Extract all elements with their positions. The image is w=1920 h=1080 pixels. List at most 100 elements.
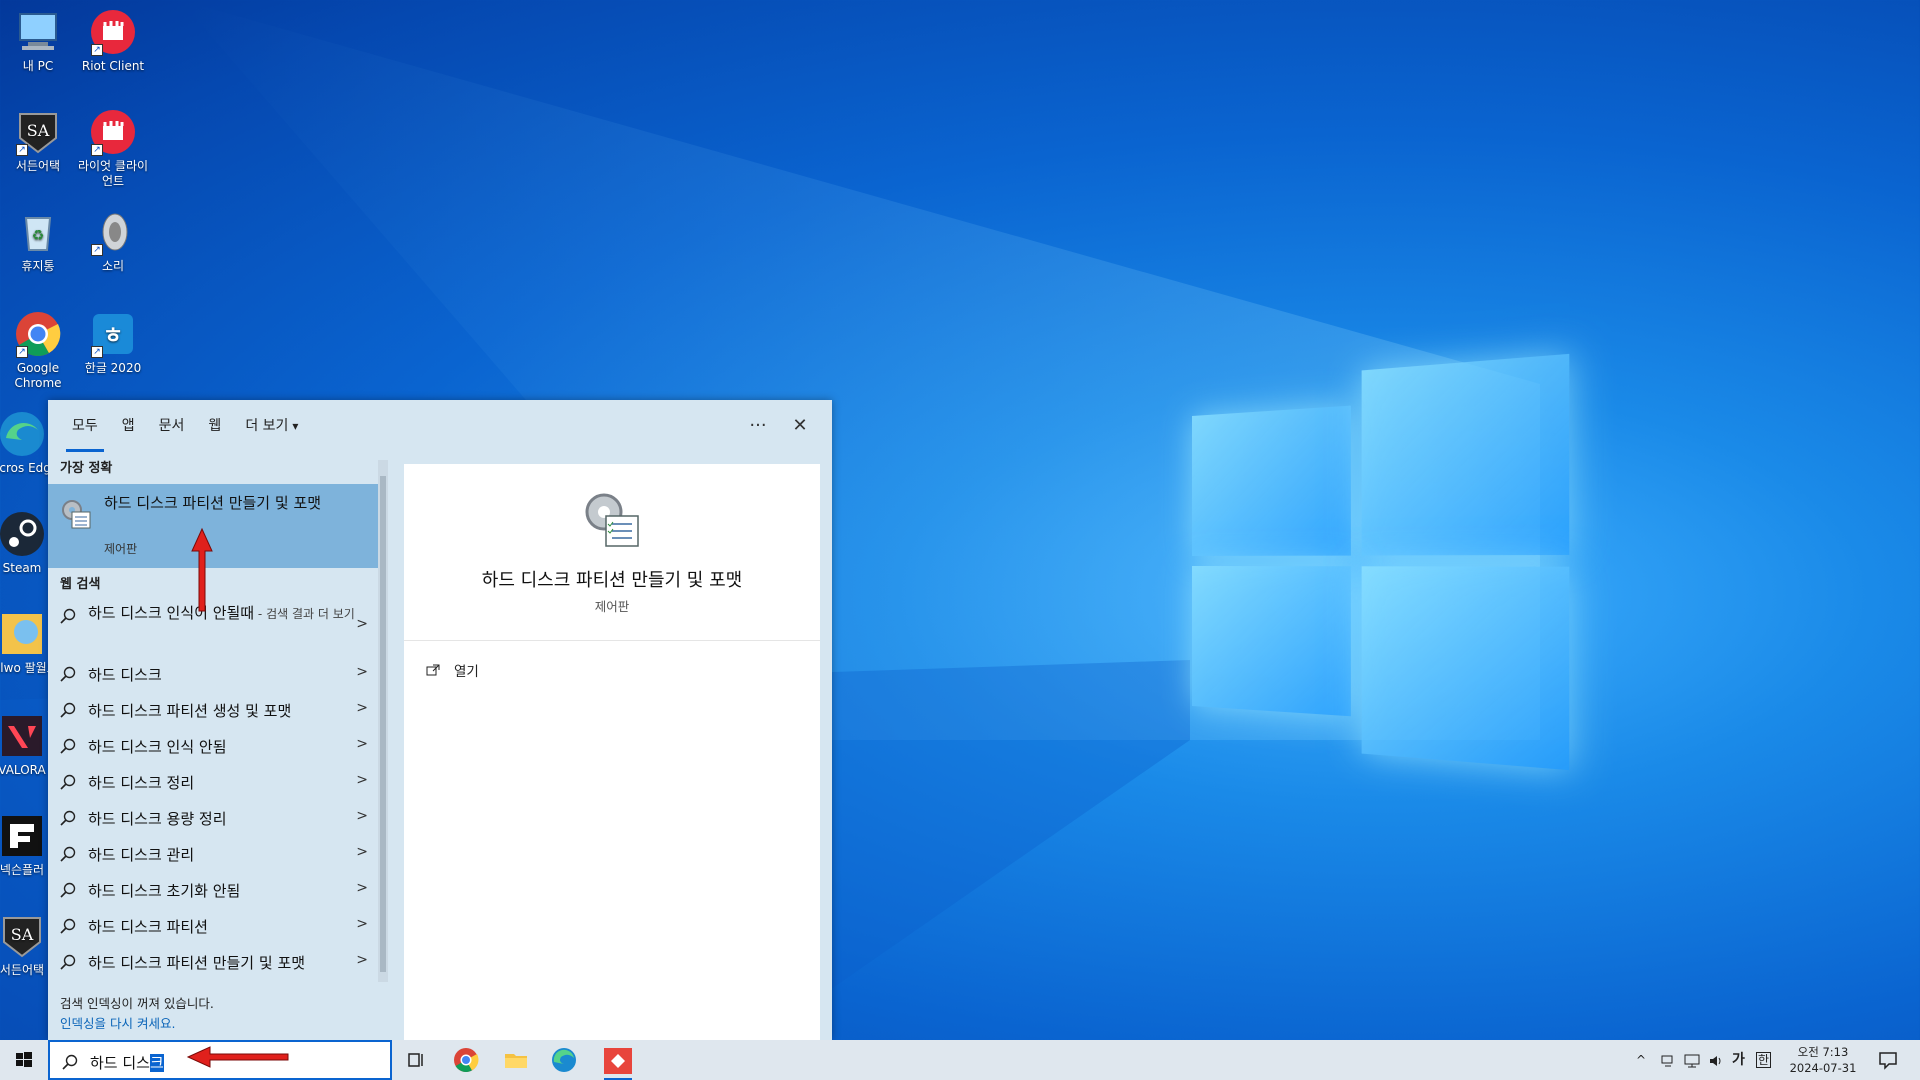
search-tabs: 모두 앱 문서 웹 더 보기 xyxy=(48,400,832,452)
web-result-label: 하드 디스크 인식이 안될때 xyxy=(88,604,255,622)
desktop-icon-recycle-bin[interactable]: ♻ 휴지통 xyxy=(0,208,76,274)
chrome-icon xyxy=(454,1048,479,1073)
chrome-icon: ↗ xyxy=(14,310,62,358)
chevron-right-icon: > xyxy=(356,664,368,680)
web-result-1[interactable]: 하드 디스크 > xyxy=(48,656,388,692)
open-external-icon xyxy=(426,664,444,680)
preview-divider xyxy=(404,640,820,641)
preview-subtitle: 제어판 xyxy=(594,599,630,614)
riot-fist-icon: ↗ xyxy=(89,8,137,56)
best-match-result[interactable]: 하드 디스크 파티션 만들기 및 포맷 제어판 xyxy=(48,484,388,568)
ime-mode-indicator[interactable]: 가 xyxy=(1732,1040,1745,1080)
taskbar-search-input[interactable]: 하드 디스크 xyxy=(48,1040,392,1080)
search-icon xyxy=(60,702,76,718)
best-match-title: 하드 디스크 파티션 만들기 및 포맷 xyxy=(104,494,322,512)
desktop-icon-sound[interactable]: ↗ 소리 xyxy=(75,208,151,274)
network-icon[interactable] xyxy=(1660,1040,1676,1080)
web-search-header: 웹 검색 xyxy=(60,577,101,592)
results-scrollbar[interactable] xyxy=(378,460,388,988)
web-result-0[interactable]: 하드 디스크 인식이 안될때 - 검색 결과 더 보기 > xyxy=(48,598,388,652)
more-options-button[interactable]: ··· xyxy=(742,412,774,440)
valorant-icon xyxy=(0,712,46,760)
hangul-icon: ㅎ ↗ xyxy=(89,310,137,358)
web-result-8[interactable]: 하드 디스크 파티션 > xyxy=(48,908,388,944)
computer-icon xyxy=(14,8,62,56)
anydesk-icon xyxy=(604,1048,632,1080)
taskbar-edge[interactable] xyxy=(548,1044,580,1076)
desktop-icon-this-pc[interactable]: 내 PC xyxy=(0,8,76,74)
web-result-suffix: - 검색 결과 더 보기 xyxy=(254,607,355,621)
search-icon xyxy=(62,1054,78,1070)
chevron-right-icon: > xyxy=(356,736,368,752)
close-button[interactable]: ✕ xyxy=(784,412,816,440)
chevron-right-icon: > xyxy=(356,808,368,824)
nexon-plug-icon xyxy=(0,812,46,860)
web-result-6[interactable]: 하드 디스크 관리 > xyxy=(48,836,388,872)
tab-apps[interactable]: 앱 xyxy=(122,400,135,452)
folder-icon xyxy=(505,1054,527,1068)
start-button[interactable] xyxy=(8,1044,40,1076)
search-panel: 모두 앱 문서 웹 더 보기 ··· ✕ 가장 정확 하드 디스크 파티션 만들… xyxy=(48,400,832,1040)
taskbar-clock[interactable]: 오전 7:13 2024-07-31 xyxy=(1784,1044,1862,1076)
open-action[interactable]: 열기 xyxy=(426,660,479,680)
svg-text:SA: SA xyxy=(27,121,50,140)
web-result-9[interactable]: 하드 디스크 파티션 만들기 및 포맷 > xyxy=(48,944,388,980)
chevron-right-icon: > xyxy=(356,844,368,860)
tab-documents[interactable]: 문서 xyxy=(159,400,185,452)
recycle-bin-icon: ♻ xyxy=(14,208,62,256)
svg-text:SA: SA xyxy=(11,925,34,944)
search-icon xyxy=(60,738,76,754)
search-icon xyxy=(60,774,76,790)
search-icon xyxy=(60,954,76,970)
desktop-icon-hangul[interactable]: ㅎ ↗ 한글 2020 xyxy=(75,310,151,376)
language-indicator-label: 한 xyxy=(1756,1052,1772,1068)
svg-text:♻: ♻ xyxy=(32,228,45,244)
windows-logo-wallpaper xyxy=(1192,353,1570,771)
desktop-icon-sudden-attack[interactable]: SA ↗ 서든어택 xyxy=(0,108,76,174)
ethernet-icon[interactable] xyxy=(1684,1040,1700,1080)
windows-start-icon xyxy=(16,1052,32,1067)
web-result-label: 하드 디스크 관리 xyxy=(88,846,195,864)
web-result-label: 하드 디스크 파티션 생성 및 포맷 xyxy=(88,702,292,720)
web-result-7[interactable]: 하드 디스크 초기화 안됨 > xyxy=(48,872,388,908)
preview-title: 하드 디스크 파티션 만들기 및 포맷 xyxy=(481,570,743,591)
search-icon xyxy=(60,846,76,862)
web-result-5[interactable]: 하드 디스크 용량 정리 > xyxy=(48,800,388,836)
search-icon xyxy=(60,810,76,826)
preview-pane: 하드 디스크 파티션 만들기 및 포맷 제어판 열기 xyxy=(404,464,820,1040)
enable-indexing-link[interactable]: 인덱싱을 다시 켜세요. xyxy=(60,1016,175,1031)
taskbar-chrome[interactable] xyxy=(450,1044,482,1076)
sudden-attack-icon: SA xyxy=(0,912,46,960)
tab-more-label: 더 보기 xyxy=(245,418,289,434)
taskbar-file-explorer[interactable] xyxy=(500,1044,532,1076)
task-view-button[interactable] xyxy=(400,1044,432,1076)
action-center-button[interactable] xyxy=(1872,1044,1904,1076)
web-result-2[interactable]: 하드 디스크 파티션 생성 및 포맷 > xyxy=(48,692,388,728)
desktop-icon-chrome[interactable]: ↗ Google Chrome xyxy=(0,310,76,391)
chevron-right-icon: > xyxy=(356,616,368,632)
taskbar-anydesk[interactable] xyxy=(598,1044,638,1080)
show-hidden-icons[interactable]: ^ xyxy=(1636,1040,1646,1080)
web-result-3[interactable]: 하드 디스크 인식 안됨 > xyxy=(48,728,388,764)
language-indicator[interactable]: 한 xyxy=(1756,1040,1772,1080)
tab-web[interactable]: 웹 xyxy=(208,400,221,452)
chevron-right-icon: > xyxy=(356,700,368,716)
open-action-label: 열기 xyxy=(454,664,479,680)
tab-all[interactable]: 모두 xyxy=(66,400,104,452)
scrollbar-thumb[interactable] xyxy=(380,476,386,972)
steam-icon xyxy=(0,510,46,558)
indexing-notice-text: 검색 인덱싱이 꺼져 있습니다. xyxy=(60,996,214,1011)
palworld-icon xyxy=(0,610,46,658)
riot-fist-icon: ↗ xyxy=(89,108,137,156)
web-result-label: 하드 디스크 초기화 안됨 xyxy=(88,882,241,900)
tab-more[interactable]: 더 보기 xyxy=(245,400,298,452)
chevron-right-icon: > xyxy=(356,772,368,788)
volume-icon[interactable] xyxy=(1708,1040,1724,1080)
notification-icon xyxy=(1879,1052,1897,1070)
desktop-icon-riot-client-kr[interactable]: ↗ 라이엇 클라이언트 xyxy=(75,108,151,189)
web-result-label: 하드 디스크 xyxy=(88,666,162,684)
desktop-icon-riot-client[interactable]: ↗ Riot Client xyxy=(75,8,151,74)
control-panel-gear-icon xyxy=(582,490,642,550)
web-result-4[interactable]: 하드 디스크 정리 > xyxy=(48,764,388,800)
clock-date: 2024-07-31 xyxy=(1789,1061,1857,1075)
